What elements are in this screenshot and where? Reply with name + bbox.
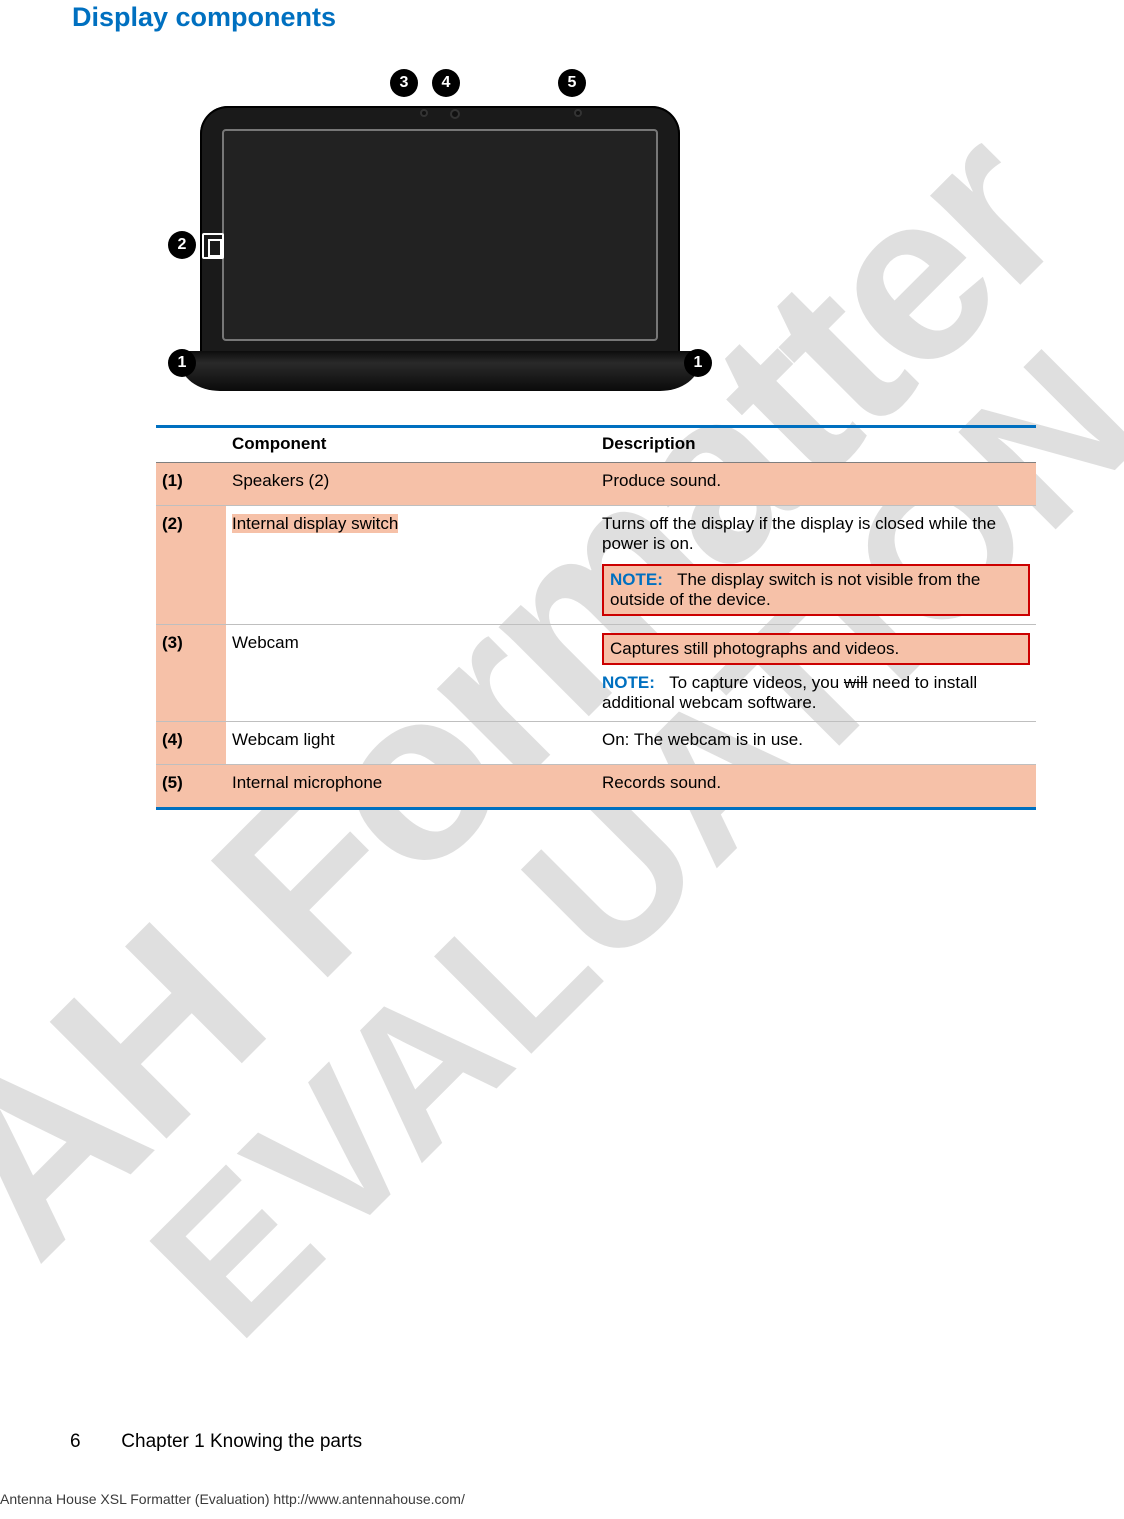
chapter-title: Chapter 1 Knowing the parts xyxy=(121,1431,362,1453)
desc-text: Records sound. xyxy=(602,773,1030,799)
note-prefix: To capture videos, you xyxy=(669,673,844,692)
note-box: NOTE: To capture videos, you will need t… xyxy=(602,669,1030,713)
section-heading: Display components xyxy=(72,2,1054,33)
row-description: Produce sound. xyxy=(596,463,1036,506)
callout-4: 4 xyxy=(432,69,460,97)
row-num: (3) xyxy=(156,625,226,722)
note-text: The display switch is not visible from t… xyxy=(610,570,980,609)
laptop-screen xyxy=(222,129,658,341)
row-component-text: Internal display switch xyxy=(232,514,398,533)
components-table: Component Description (1) Speakers (2) P… xyxy=(156,425,1036,810)
col-num xyxy=(156,427,226,463)
row-component: Webcam light xyxy=(226,722,596,765)
callout-1-right: 1 xyxy=(684,349,712,377)
page-footer: 6 Chapter 1 Knowing the parts xyxy=(70,1431,362,1453)
webcam-light-dot-icon xyxy=(574,109,582,117)
row-num: (2) xyxy=(156,506,226,625)
col-description: Description xyxy=(596,427,1036,463)
laptop-illustration: 1 1 2 3 4 5 xyxy=(160,51,720,411)
row-description: Records sound. xyxy=(596,765,1036,809)
callout-2: 2 xyxy=(168,231,196,259)
row-num: (5) xyxy=(156,765,226,809)
callout-5: 5 xyxy=(558,69,586,97)
note-label: NOTE: xyxy=(610,570,663,589)
row-component: Speakers (2) xyxy=(226,463,596,506)
row-num: (1) xyxy=(156,463,226,506)
note-strike: will xyxy=(844,673,868,692)
row-num: (4) xyxy=(156,722,226,765)
row-component: Webcam xyxy=(226,625,596,722)
table-row: (1) Speakers (2) Produce sound. xyxy=(156,463,1036,506)
row-description: Captures still photographs and videos. N… xyxy=(596,625,1036,722)
note-box: NOTE: The display switch is not visible … xyxy=(602,564,1030,616)
table-row: (3) Webcam Captures still photographs an… xyxy=(156,625,1036,722)
mic-dot-icon xyxy=(420,109,428,117)
table-row: (2) Internal display switch Turns off th… xyxy=(156,506,1036,625)
table-row: (4) Webcam light On: The webcam is in us… xyxy=(156,722,1036,765)
laptop-base xyxy=(180,351,700,391)
desc-text: Captures still photographs and videos. xyxy=(610,639,899,658)
desc-text: Produce sound. xyxy=(602,471,1030,497)
row-component: Internal microphone xyxy=(226,765,596,809)
desc-text-box: Captures still photographs and videos. xyxy=(602,633,1030,665)
row-description: Turns off the display if the display is … xyxy=(596,506,1036,625)
display-switch-icon xyxy=(202,233,224,259)
desc-text: On: The webcam is in use. xyxy=(602,730,1030,756)
note-label: NOTE: xyxy=(602,673,655,692)
row-component: Internal display switch xyxy=(226,506,596,625)
callout-1-left: 1 xyxy=(168,349,196,377)
table-row: (5) Internal microphone Records sound. xyxy=(156,765,1036,809)
col-component: Component xyxy=(226,427,596,463)
webcam-dot-icon xyxy=(450,109,460,119)
evaluation-line: Antenna House XSL Formatter (Evaluation)… xyxy=(0,1491,465,1507)
desc-text: Turns off the display if the display is … xyxy=(602,514,1030,560)
row-description: On: The webcam is in use. xyxy=(596,722,1036,765)
page-number: 6 xyxy=(70,1431,116,1453)
callout-3: 3 xyxy=(390,69,418,97)
